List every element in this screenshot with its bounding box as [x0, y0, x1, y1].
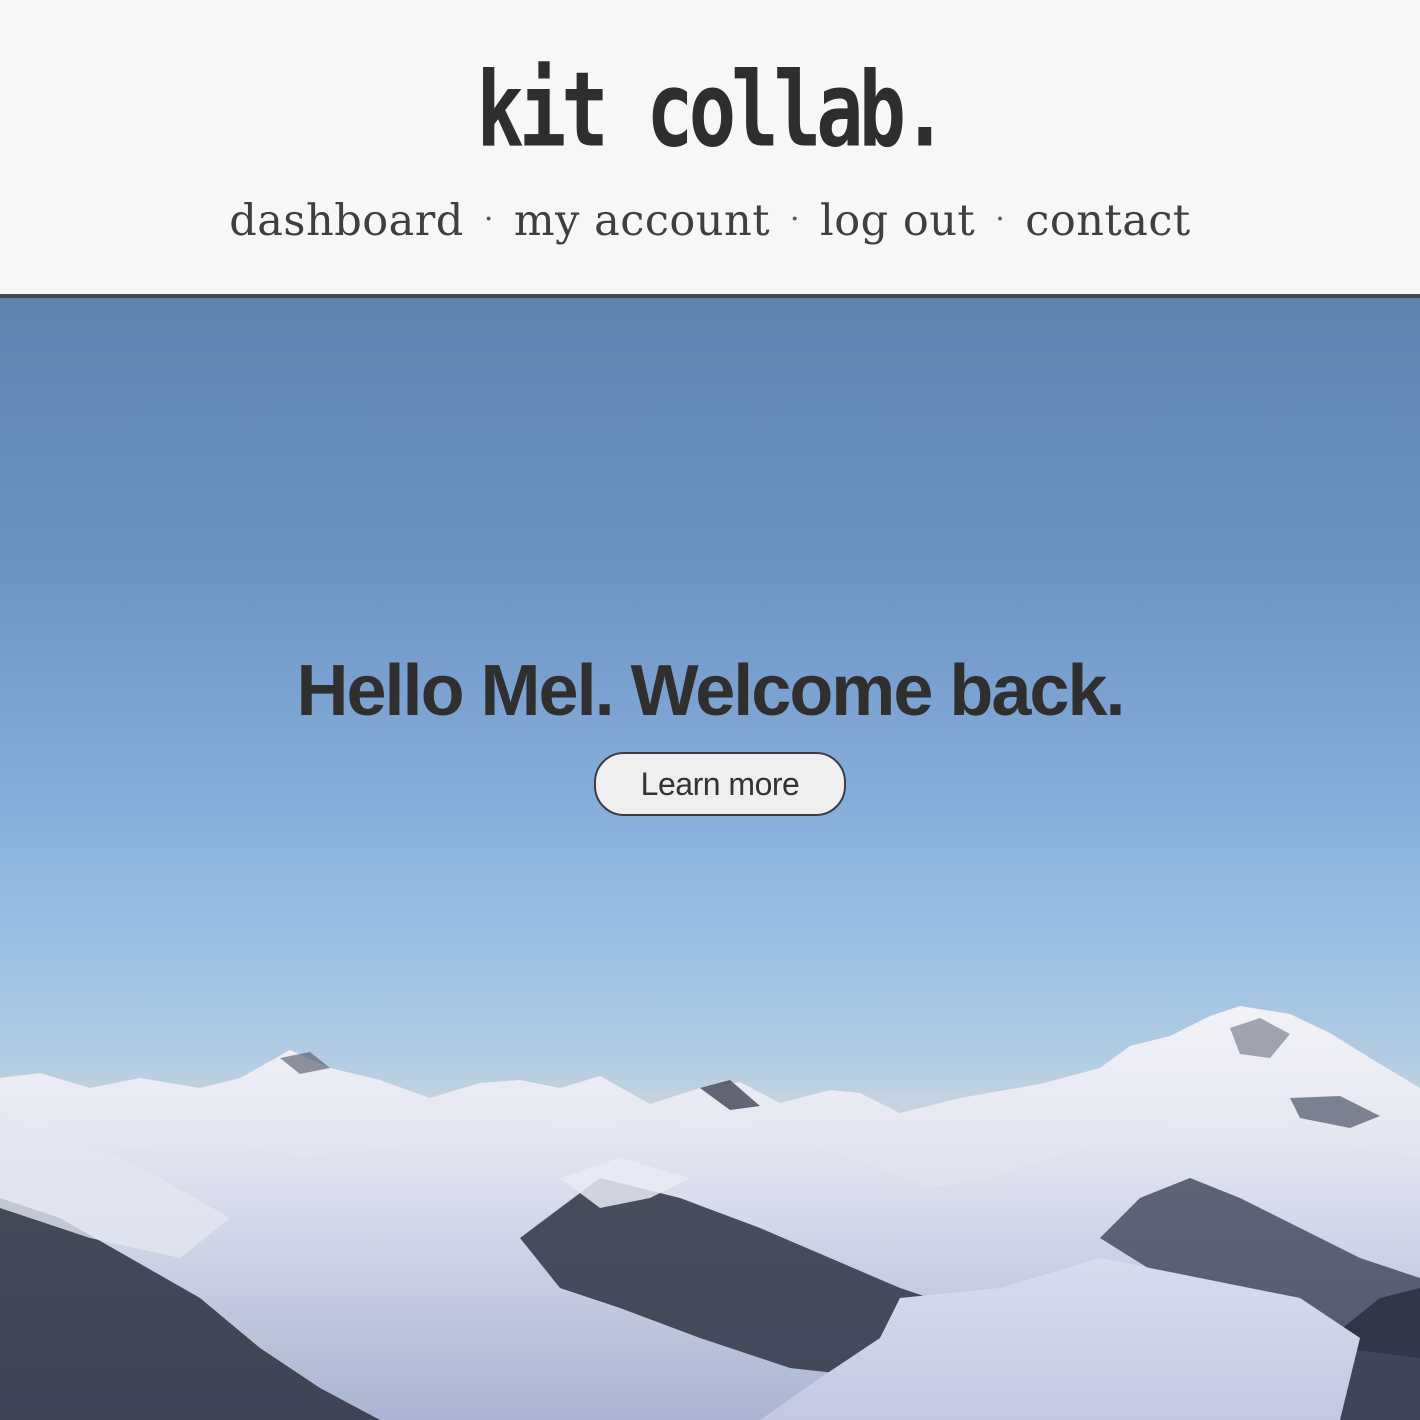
main-nav: dashboard · my account · log out · contact: [0, 188, 1420, 253]
hero-headline: Hello Mel. Welcome back.: [296, 651, 1126, 732]
nav-separator: ·: [995, 202, 1006, 237]
nav-link-log-out[interactable]: log out: [820, 196, 975, 246]
site-header: kit collab. dashboard · my account · log out…: [0, 0, 1420, 294]
mountain-landscape-image: [0, 1006, 1420, 1420]
learn-more-button[interactable]: Learn more: [594, 752, 846, 816]
hero-section: Hello Mel. Welcome back. Learn more: [0, 298, 1420, 1420]
nav-separator: ·: [483, 202, 494, 237]
page: kit collab. dashboard · my account · log out…: [0, 0, 1420, 1420]
nav-separator: ·: [789, 202, 801, 237]
site-logo[interactable]: kit collab.: [128, 34, 1292, 185]
nav-link-dashboard[interactable]: dashboard: [229, 196, 464, 246]
nav-link-contact[interactable]: contact: [1025, 196, 1190, 246]
nav-link-my-account[interactable]: my account: [514, 196, 770, 246]
